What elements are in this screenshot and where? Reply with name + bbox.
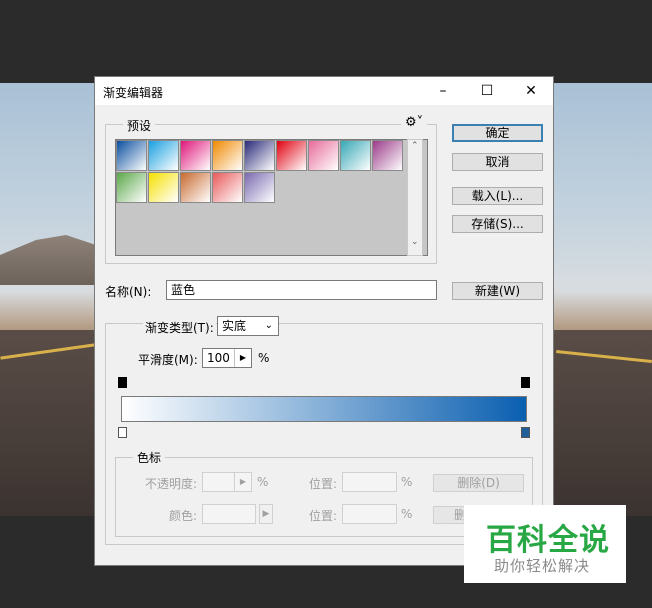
preset-swatch[interactable] <box>116 172 147 203</box>
opacity-unit: % <box>257 475 269 489</box>
gradient-bar[interactable] <box>121 396 527 422</box>
preset-swatch[interactable] <box>244 140 275 171</box>
opacity-stop-right[interactable] <box>521 377 530 388</box>
ok-button[interactable]: 确定 <box>452 124 543 142</box>
opacity-arrow-icon[interactable]: ▶ <box>234 473 251 491</box>
preset-swatch[interactable] <box>212 172 243 203</box>
preset-swatch[interactable] <box>180 140 211 171</box>
color-label: 颜色: <box>169 509 198 523</box>
new-button[interactable]: 新建(W) <box>452 282 543 300</box>
gradient-type-value: 实底 <box>222 319 247 333</box>
preset-swatch[interactable] <box>244 172 275 203</box>
position-unit: % <box>401 475 413 489</box>
smoothness-unit: % <box>258 351 270 365</box>
color-stop-label: 色标 <box>133 449 166 466</box>
minimize-icon[interactable]: – <box>421 77 465 105</box>
chevron-down-icon: ⌄ <box>264 320 273 331</box>
delete-button[interactable]: 删除(D) <box>433 474 524 492</box>
smoothness-value: 100 <box>207 351 230 365</box>
presets-grid <box>115 139 428 256</box>
color-stop-right[interactable] <box>521 427 530 438</box>
preset-swatch[interactable] <box>340 140 371 171</box>
name-input[interactable]: 蓝色 <box>166 280 437 300</box>
gradient-editor-dialog: 渐变编辑器 – ☐ ✕ 预设 ⚙˅ ⌃ ⌄ 确定 取消 载入(L)... 存储(… <box>94 76 554 566</box>
smoothness-label: 平滑度(M): <box>138 353 198 367</box>
watermark-main: 百科全说 <box>486 523 610 558</box>
opacity-input[interactable]: ▶ <box>202 472 252 492</box>
smoothness-arrow-icon[interactable]: ▶ <box>234 349 251 367</box>
name-label: 名称(N): <box>105 285 152 299</box>
scroll-down-icon[interactable]: ⌄ <box>411 237 419 247</box>
position2-unit: % <box>401 507 413 521</box>
opacity-label: 不透明度: <box>145 477 198 491</box>
load-button[interactable]: 载入(L)... <box>452 187 543 205</box>
opacity-stop-left[interactable] <box>118 377 127 388</box>
preset-swatch[interactable] <box>372 140 403 171</box>
scroll-up-icon[interactable]: ⌃ <box>411 141 419 151</box>
color-swatch-input[interactable] <box>202 504 256 524</box>
title-bar: 渐变编辑器 – ☐ ✕ <box>95 77 553 105</box>
window-title: 渐变编辑器 <box>103 86 164 100</box>
position2-label: 位置: <box>309 509 338 523</box>
preset-swatch[interactable] <box>148 140 179 171</box>
preset-swatch[interactable] <box>276 140 307 171</box>
maximize-icon[interactable]: ☐ <box>465 77 509 105</box>
preset-swatch[interactable] <box>212 140 243 171</box>
preset-swatch[interactable] <box>180 172 211 203</box>
preset-swatch[interactable] <box>308 140 339 171</box>
presets-label: 预设 <box>123 117 156 134</box>
cancel-button[interactable]: 取消 <box>452 153 543 171</box>
save-button[interactable]: 存储(S)... <box>452 215 543 233</box>
close-icon[interactable]: ✕ <box>509 77 553 105</box>
position-label: 位置: <box>309 477 338 491</box>
watermark: 百科全说 助你轻松解决 <box>464 505 626 583</box>
gear-icon[interactable]: ⚙˅ <box>401 115 428 130</box>
presets-scrollbar[interactable]: ⌃ ⌄ <box>407 139 423 256</box>
gradient-type-select[interactable]: 实底 ⌄ <box>217 316 279 336</box>
gradient-type-label: 渐变类型(T): <box>143 319 216 336</box>
position-input[interactable] <box>342 472 397 492</box>
watermark-sub: 助你轻松解决 <box>494 557 591 575</box>
preset-swatch[interactable] <box>148 172 179 203</box>
color-arrow-icon[interactable]: ▶ <box>259 504 273 524</box>
color-stop-left[interactable] <box>118 427 127 438</box>
preset-swatch[interactable] <box>116 140 147 171</box>
position2-input[interactable] <box>342 504 397 524</box>
smoothness-input[interactable]: 100 ▶ <box>202 348 252 368</box>
